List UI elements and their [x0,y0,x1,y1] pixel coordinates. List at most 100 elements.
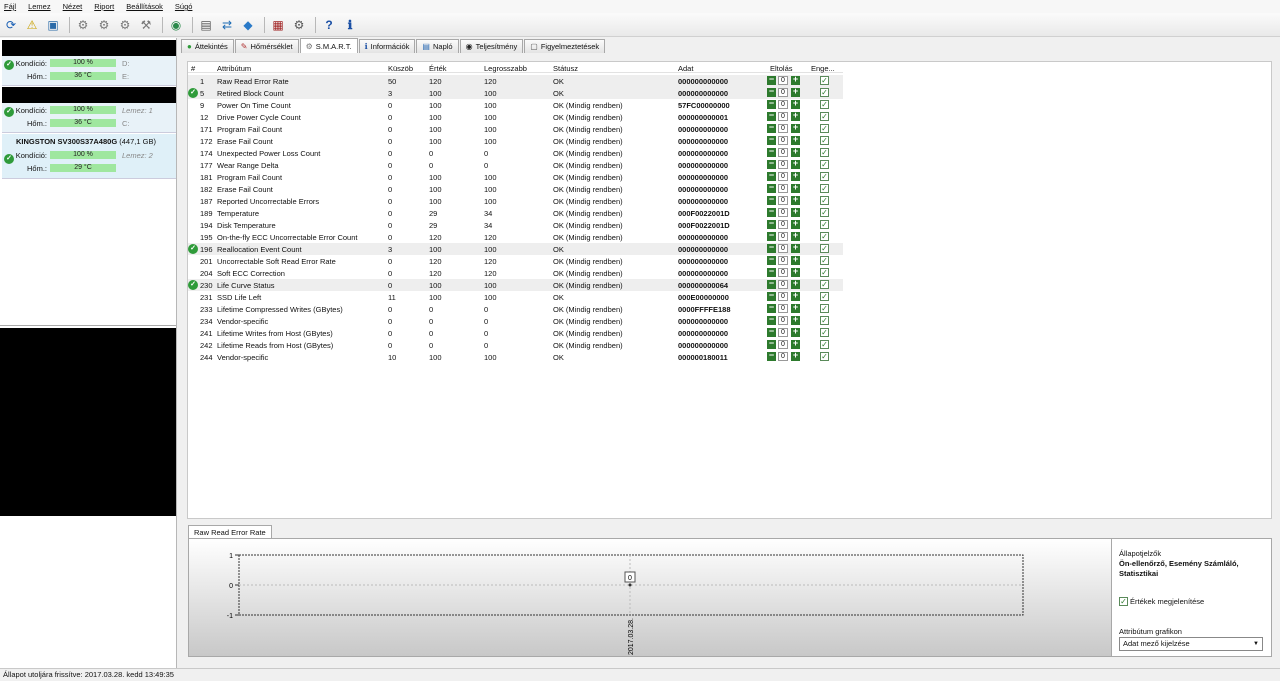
warning-icon[interactable]: ⚠ [23,16,41,34]
disk-item-1[interactable]: ✓ Kondíció: 100 % Lemez: 1 Hőm.: 36 °C C… [2,103,176,133]
offset-value[interactable]: 0 [778,304,788,313]
offset-value[interactable]: 0 [778,208,788,217]
info-icon[interactable]: ℹ [341,16,359,34]
enable-checkbox[interactable]: ✓ [820,280,829,289]
offset-value[interactable]: 0 [778,280,788,289]
minus-icon[interactable]: − [767,99,776,109]
minus-icon[interactable]: − [767,123,776,133]
plus-icon[interactable]: + [791,195,800,205]
disk-tool-icon[interactable]: ⚒ [137,16,155,34]
table-row[interactable]: 195 On-the-fly ECC Uncorrectable Error Co… [188,231,843,243]
menu-disk[interactable]: Lemez [28,2,51,11]
plus-icon[interactable]: + [791,87,800,97]
enable-checkbox[interactable]: ✓ [820,316,829,325]
offset-value[interactable]: 0 [778,244,788,253]
offset-value[interactable]: 0 [778,172,788,181]
enable-checkbox[interactable]: ✓ [820,196,829,205]
menu-settings[interactable]: Beállítások [126,2,163,11]
table-row[interactable]: 172 Erase Fail Count 0 100 100 OK (Mindig ren… [188,135,843,147]
offset-value[interactable]: 0 [778,196,788,205]
enable-checkbox[interactable]: ✓ [820,160,829,169]
offset-value[interactable]: 0 [778,340,788,349]
disk-item-0[interactable]: ✓ Kondíció: 100 % D: Hőm.: 36 °C E: [2,56,176,86]
plus-icon[interactable]: + [791,111,800,121]
tab-performance[interactable]: ◉ Teljesítmény [459,39,524,53]
col-enable[interactable]: Enge... [811,64,835,73]
minus-icon[interactable]: − [767,327,776,337]
col-num[interactable]: # [191,64,195,73]
plus-icon[interactable]: + [791,291,800,301]
minus-icon[interactable]: − [767,171,776,181]
tab-smart[interactable]: ⚙ S.M.A.R.T. [299,38,358,53]
offset-value[interactable]: 0 [778,88,788,97]
plus-icon[interactable]: + [791,339,800,349]
offset-value[interactable]: 0 [778,328,788,337]
document-icon[interactable]: ▤ [197,16,215,34]
offset-value[interactable]: 0 [778,292,788,301]
offset-value[interactable]: 0 [778,160,788,169]
minus-icon[interactable]: − [767,231,776,241]
table-row[interactable]: 9 Power On Time Count 0 100 100 OK (Mindig re… [188,99,843,111]
table-row[interactable]: 181 Program Fail Count 0 100 100 OK (Mindig r… [188,171,843,183]
enable-checkbox[interactable]: ✓ [820,124,829,133]
minus-icon[interactable]: − [767,183,776,193]
enable-checkbox[interactable]: ✓ [820,220,829,229]
plus-icon[interactable]: + [791,255,800,265]
minus-icon[interactable]: − [767,195,776,205]
minus-icon[interactable]: − [767,315,776,325]
plus-icon[interactable]: + [791,75,800,85]
col-threshold[interactable]: Küszöb [388,64,413,73]
enable-checkbox[interactable]: ✓ [820,328,829,337]
tab-information[interactable]: ℹ Információk [358,39,416,53]
minus-icon[interactable]: − [767,75,776,85]
enable-checkbox[interactable]: ✓ [820,100,829,109]
minus-icon[interactable]: − [767,279,776,289]
table-row[interactable]: 201 Uncorrectable Soft Read Error Rate 0 12… [188,255,843,267]
offset-value[interactable]: 0 [778,232,788,241]
table-row[interactable]: 204 Soft ECC Correction 0 120 120 OK (Mindig … [188,267,843,279]
enable-checkbox[interactable]: ✓ [820,232,829,241]
table-row[interactable]: 171 Program Fail Count 0 100 100 OK (Mindig r… [188,123,843,135]
table-row[interactable]: 174 Unexpected Power Loss Count 0 0 0 OK (Min… [188,147,843,159]
plus-icon[interactable]: + [791,243,800,253]
minus-icon[interactable]: − [767,207,776,217]
plus-icon[interactable]: + [791,303,800,313]
disk-check-icon[interactable]: ⚙ [116,16,134,34]
table-row[interactable]: 241 Lifetime Writes from Host (GBytes) 0 0 0… [188,327,843,339]
plus-icon[interactable]: + [791,99,800,109]
chart-icon[interactable]: ▦ [269,16,287,34]
enable-checkbox[interactable]: ✓ [820,292,829,301]
enable-checkbox[interactable]: ✓ [820,268,829,277]
enable-checkbox[interactable]: ✓ [820,352,829,361]
offset-value[interactable]: 0 [778,256,788,265]
table-row[interactable]: ✓ 196 Reallocation Event Count 3 100 100 OK 000… [188,243,843,255]
enable-checkbox[interactable]: ✓ [820,256,829,265]
table-row[interactable]: 242 Lifetime Reads from Host (GBytes) 0 0 0 O… [188,339,843,351]
minus-icon[interactable]: − [767,111,776,121]
tab-temperature[interactable]: ✎ Hőmérséklet [234,39,299,53]
show-values-checkbox[interactable]: ✓ [1119,597,1128,606]
table-row[interactable]: ✓ 5 Retired Block Count 3 100 100 OK 0000000000… [188,87,843,99]
enable-checkbox[interactable]: ✓ [820,112,829,121]
settings-icon[interactable]: ⚙ [290,16,308,34]
offset-value[interactable]: 0 [778,148,788,157]
table-row[interactable]: 189 Temperature 0 29 34 OK (Mindig rendben) 00… [188,207,843,219]
show-values-option[interactable]: ✓ Értékek megjelenítése [1119,597,1204,606]
offset-value[interactable]: 0 [778,100,788,109]
minus-icon[interactable]: − [767,351,776,361]
plus-icon[interactable]: + [791,171,800,181]
enable-checkbox[interactable]: ✓ [820,76,829,85]
col-data[interactable]: Adat [678,64,693,73]
chat-icon[interactable]: ◆ [239,16,257,34]
minus-icon[interactable]: − [767,159,776,169]
table-row[interactable]: 1 Raw Read Error Rate 50 120 120 OK 0000000000… [188,75,843,87]
minus-icon[interactable]: − [767,339,776,349]
offset-value[interactable]: 0 [778,136,788,145]
enable-checkbox[interactable]: ✓ [820,208,829,217]
enable-checkbox[interactable]: ✓ [820,244,829,253]
tab-overview[interactable]: ● Áttekintés [181,39,234,53]
table-row[interactable]: 12 Drive Power Cycle Count 0 100 100 OK (Mind… [188,111,843,123]
minus-icon[interactable]: − [767,267,776,277]
enable-checkbox[interactable]: ✓ [820,172,829,181]
offset-value[interactable]: 0 [778,112,788,121]
